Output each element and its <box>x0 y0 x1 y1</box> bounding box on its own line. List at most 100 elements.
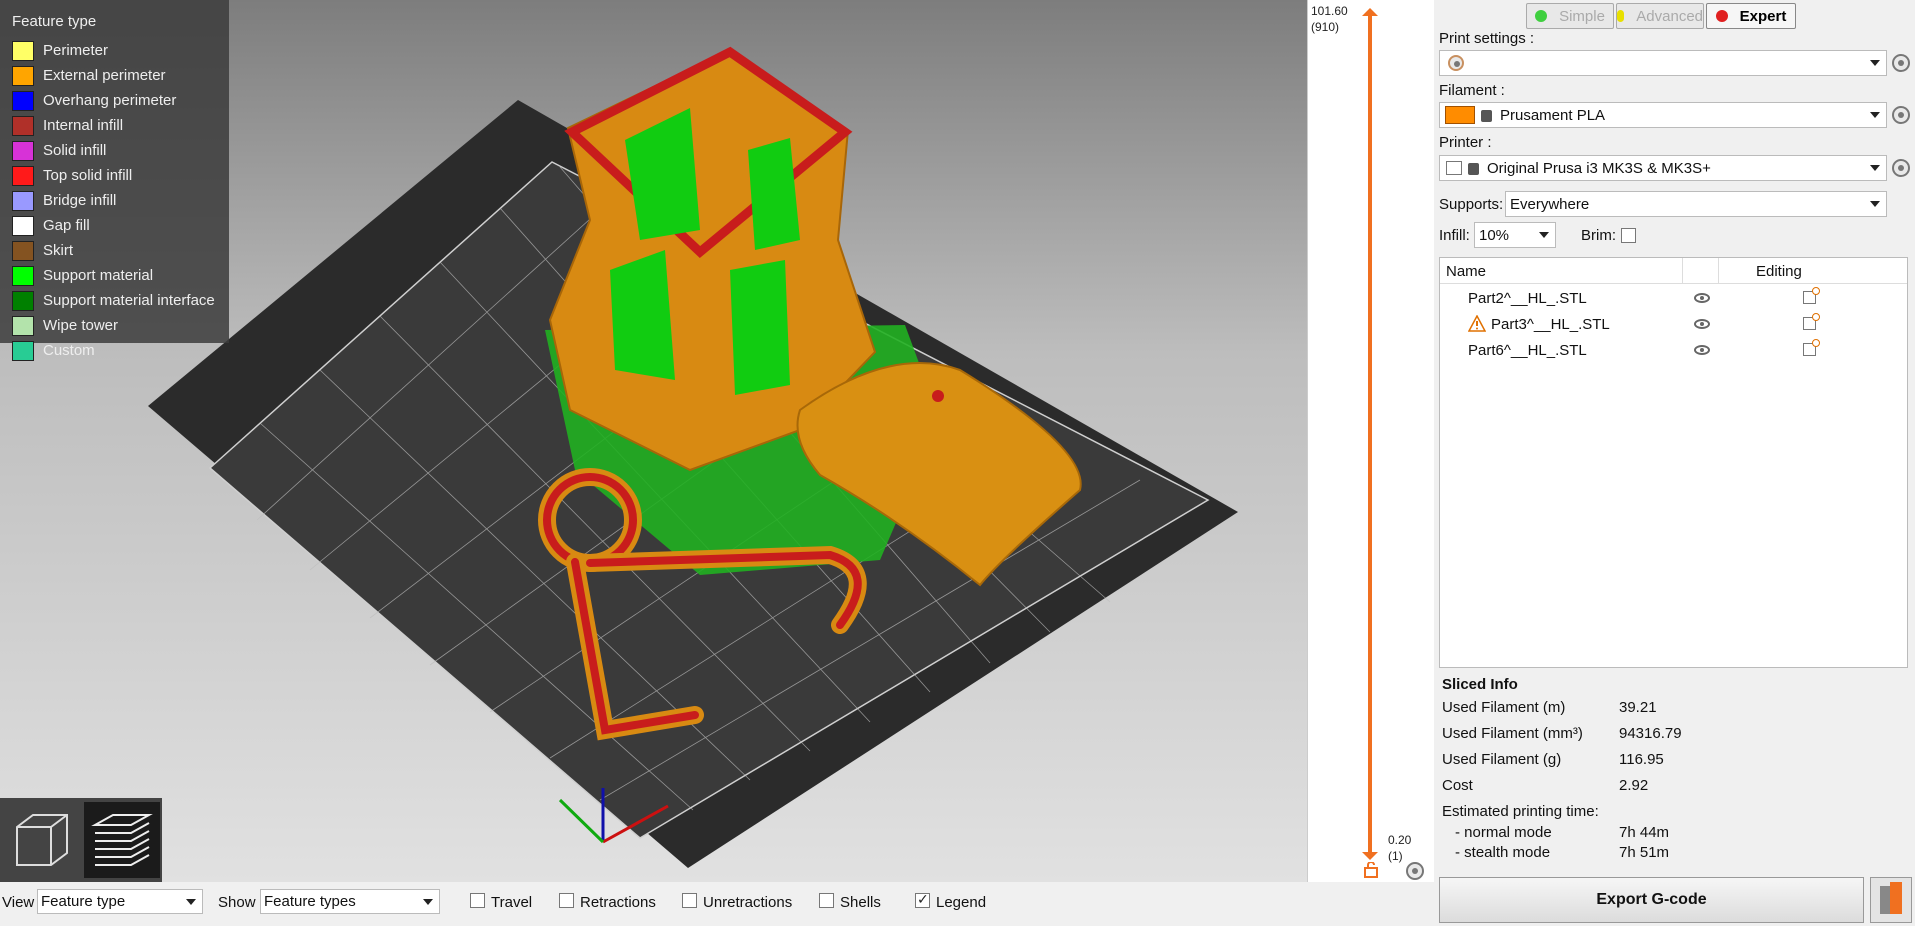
print-settings-combo[interactable] <box>1439 50 1887 76</box>
legend-item: Gap fill <box>12 213 229 238</box>
legend-swatch <box>12 190 34 211</box>
legend-item: Bridge infill <box>12 188 229 213</box>
chevron-down-icon <box>1870 165 1880 171</box>
legend-item: Support material <box>12 263 229 288</box>
cube-icon <box>16 814 68 866</box>
infill-combo[interactable]: 10% <box>1474 222 1556 248</box>
legend-label: Skirt <box>43 242 73 259</box>
3d-viewport[interactable]: Feature type Perimeter External perimete… <box>0 0 1307 882</box>
lock-icon <box>1481 110 1492 122</box>
shells-checkbox[interactable] <box>819 893 834 908</box>
legend-title: Feature type <box>12 13 97 30</box>
print-settings-label: Print settings : <box>1439 30 1535 47</box>
legend-item: Support material interface <box>12 288 229 313</box>
sliced-info-value: 94316.79 <box>1619 725 1682 742</box>
export-gcode-button[interactable]: Export G-code <box>1439 877 1864 923</box>
edit-icon[interactable] <box>1803 287 1820 304</box>
view-type-value: Feature type <box>41 893 126 910</box>
legend-swatch <box>12 140 34 161</box>
infill-label: Infill: <box>1439 227 1470 244</box>
object-row[interactable]: Part6^__HL_.STL <box>1440 337 1907 363</box>
preview-view-button[interactable] <box>84 802 160 878</box>
send-to-printer-button[interactable] <box>1870 877 1912 923</box>
sliced-info-value: 39.21 <box>1619 699 1657 716</box>
legend-swatch <box>12 265 34 286</box>
mode-simple-label: Simple <box>1559 7 1605 25</box>
eye-icon[interactable] <box>1694 293 1710 303</box>
legend-item: Custom <box>12 338 229 363</box>
legend-swatch <box>12 90 34 111</box>
legend-toggle-label: Legend <box>936 894 987 911</box>
printing-time-title: Estimated printing time: <box>1442 803 1599 820</box>
column-divider <box>1682 258 1683 284</box>
tower-inner-support-3 <box>610 250 675 380</box>
object-list[interactable]: Name Editing Part2^__HL_.STL Part3^__HL_… <box>1439 257 1908 668</box>
brim-label: Brim: <box>1581 227 1616 244</box>
slider-settings-gear-icon[interactable] <box>1406 862 1424 880</box>
retractions-checkbox[interactable] <box>559 893 574 908</box>
view-type-combo[interactable]: Feature type <box>37 889 203 914</box>
edit-icon[interactable] <box>1803 339 1820 356</box>
sliced-info-key: Cost <box>1442 777 1473 794</box>
legend-item: External perimeter <box>12 63 229 88</box>
mode-expert-button[interactable]: Expert <box>1706 3 1796 29</box>
legend-checkbox[interactable] <box>915 891 930 908</box>
slider-bottom-height: 0.20 <box>1388 833 1412 847</box>
legend-swatch <box>12 340 34 361</box>
view-mode-toggles <box>0 798 162 882</box>
legend-swatch <box>12 240 34 261</box>
stealth-mode-value: 7h 51m <box>1619 844 1670 861</box>
eye-icon[interactable] <box>1694 319 1710 329</box>
eye-icon[interactable] <box>1694 345 1710 355</box>
printer-gear-icon[interactable] <box>1892 159 1910 177</box>
filament-color-swatch <box>1445 106 1475 124</box>
supports-combo[interactable]: Everywhere <box>1505 191 1887 217</box>
printer-combo[interactable]: Original Prusa i3 MK3S & MK3S+ <box>1439 155 1887 181</box>
mode-simple-button[interactable]: Simple <box>1526 3 1614 29</box>
sliced-info-row: Used Filament (g) 116.95 <box>1439 751 1908 773</box>
show-combo[interactable]: Feature types <box>260 889 440 914</box>
legend-label: Wipe tower <box>43 317 119 334</box>
normal-mode-label: - normal mode <box>1455 824 1552 841</box>
legend-label: Top solid infill <box>43 167 133 184</box>
chevron-down-icon <box>186 899 196 905</box>
legend-label: Support material <box>43 267 154 284</box>
pillow-dot <box>932 390 944 402</box>
legend-item: Overhang perimeter <box>12 88 229 113</box>
object-row[interactable]: Part2^__HL_.STL <box>1440 285 1907 311</box>
unlock-icon[interactable] <box>1364 862 1378 878</box>
simple-dot-icon <box>1535 10 1548 22</box>
sliced-info-row: Used Filament (mm³) 94316.79 <box>1439 725 1908 747</box>
object-name: Part6^__HL_.STL <box>1468 341 1587 359</box>
3d-view-button[interactable] <box>4 802 80 878</box>
sliced-info-value: 2.92 <box>1619 777 1649 794</box>
object-name: Part3^__HL_.STL <box>1491 315 1610 333</box>
infill-value: 10% <box>1479 226 1510 244</box>
legend-panel: Feature type Perimeter External perimete… <box>0 0 229 361</box>
printer-icon <box>1446 161 1462 175</box>
sliced-info-title: Sliced Info <box>1442 676 1518 693</box>
brim-checkbox[interactable] <box>1621 228 1636 243</box>
legend-swatch <box>12 65 34 86</box>
sliced-info-panel: Sliced Info Used Filament (m) 39.21 Used… <box>1439 673 1908 873</box>
column-name-header: Name <box>1446 263 1487 280</box>
filament-combo[interactable]: Prusament PLA <box>1439 102 1887 128</box>
travel-checkbox[interactable] <box>470 893 485 908</box>
sliced-info-row: Cost 2.92 <box>1439 777 1908 799</box>
retractions-label: Retractions <box>580 894 656 911</box>
layer-slider[interactable]: 101.60 (910) 0.20 (1) <box>1307 0 1434 882</box>
filament-gear-icon[interactable] <box>1892 106 1910 124</box>
legend-label: Custom <box>43 342 95 359</box>
sliced-info-key: Used Filament (m) <box>1442 699 1566 716</box>
slider-bottom-value: 0.20 (1) <box>1388 832 1411 864</box>
print-settings-gear-icon[interactable] <box>1892 54 1910 72</box>
legend-swatch <box>12 315 34 336</box>
legend-label: External perimeter <box>43 67 166 84</box>
lock-icon <box>1468 163 1479 175</box>
object-row[interactable]: Part3^__HL_.STL <box>1440 311 1907 337</box>
unretractions-checkbox[interactable] <box>682 893 697 908</box>
edit-icon[interactable] <box>1803 313 1820 330</box>
mode-advanced-button[interactable]: Advanced <box>1616 3 1704 29</box>
printer-value: Original Prusa i3 MK3S & MK3S+ <box>1487 159 1711 177</box>
sliced-info-value: 116.95 <box>1619 751 1664 768</box>
